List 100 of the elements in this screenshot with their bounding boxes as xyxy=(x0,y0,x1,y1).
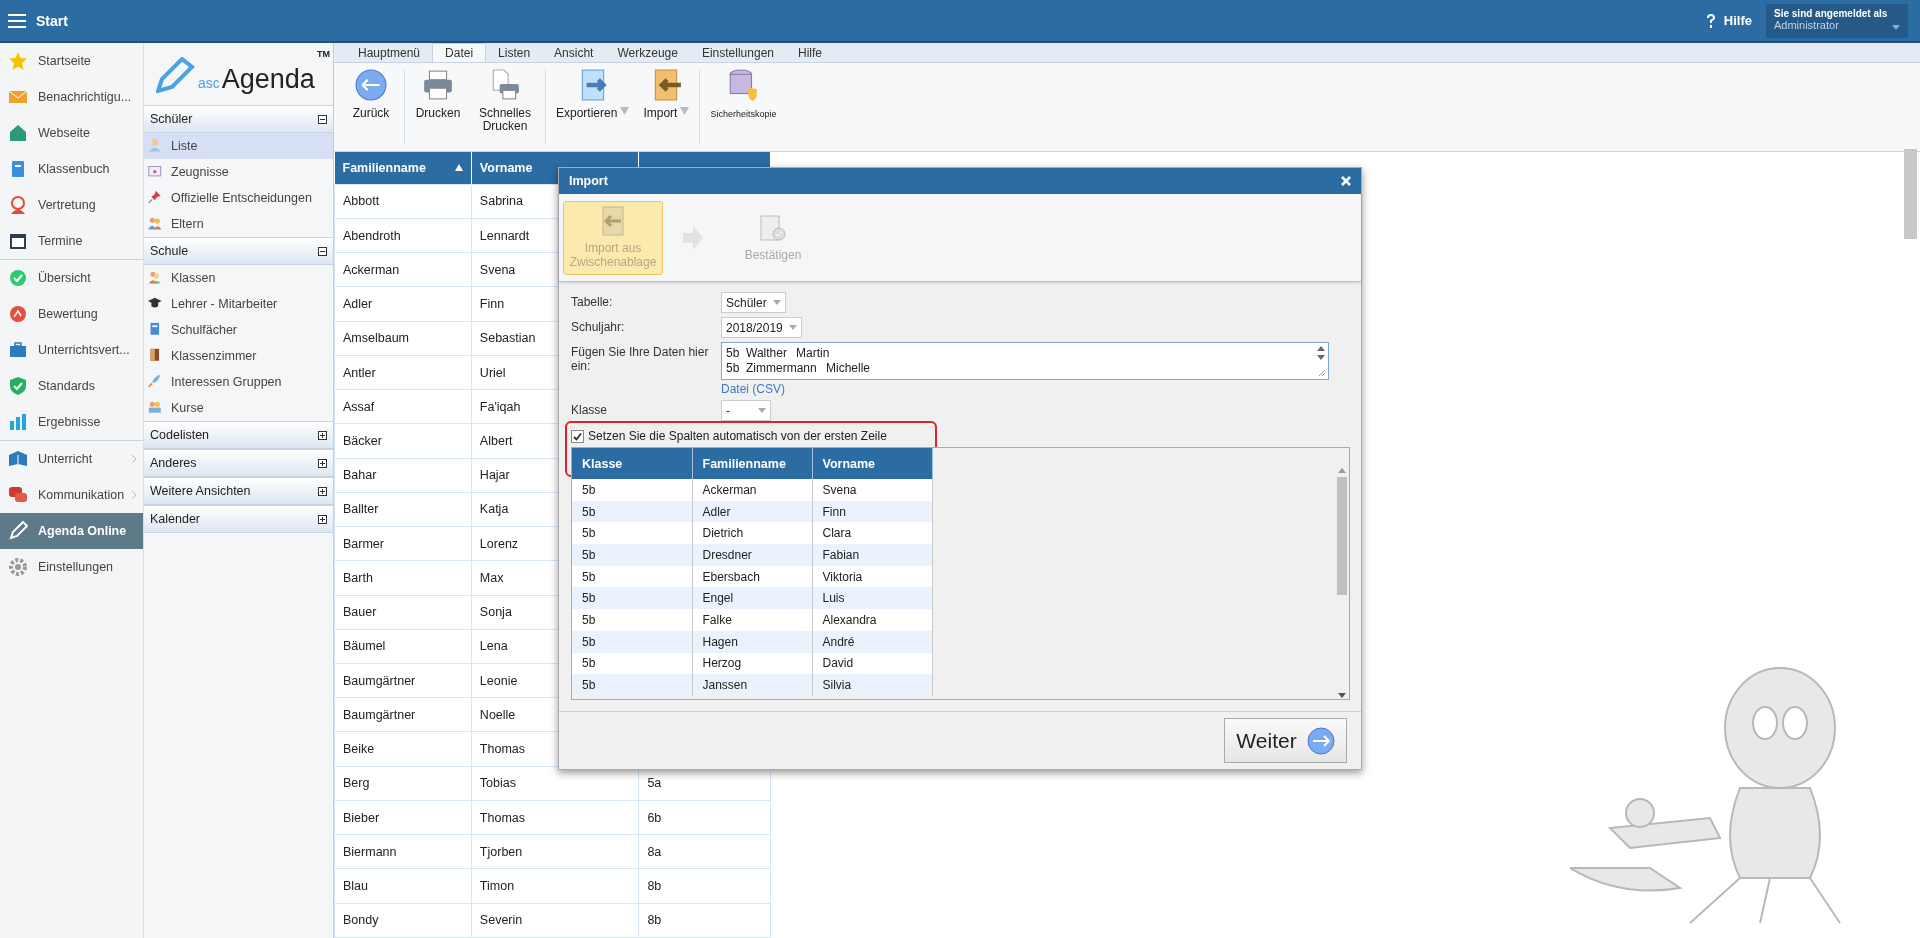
shield-icon xyxy=(8,376,28,396)
people-icon xyxy=(148,215,165,233)
toolbar-button[interactable]: Import xyxy=(639,69,694,144)
nav-item[interactable]: Vertretung xyxy=(0,187,143,223)
section-header[interactable]: Schule xyxy=(144,237,333,265)
sidebar-item[interactable]: Kurse xyxy=(144,395,333,421)
star-icon xyxy=(8,51,28,71)
nav-item[interactable]: Benachrichtigu... xyxy=(0,79,143,115)
table-cell: Blau xyxy=(334,868,472,904)
table-cell: Baumgärtner xyxy=(334,663,472,698)
ribbon-tab[interactable]: Einstellungen xyxy=(689,43,786,62)
nav-item[interactable]: Klassenbuch xyxy=(0,151,143,187)
ribbon-tab[interactable]: Hauptmenü xyxy=(346,43,433,62)
nav-item[interactable]: Ergebnisse xyxy=(0,404,143,440)
sidebar-item[interactable]: Klassenzimmer xyxy=(144,343,333,369)
briefcase-icon xyxy=(8,340,28,360)
nav-item[interactable]: Einstellungen xyxy=(0,549,143,585)
table-cell: Ackerman xyxy=(692,479,812,501)
table-cell: Bondy xyxy=(334,903,472,938)
chat-icon xyxy=(8,485,28,505)
sidebar-item[interactable]: Zeugnisse xyxy=(144,159,333,185)
ribbon-tab[interactable]: Datei xyxy=(432,43,487,62)
checkbox[interactable] xyxy=(571,429,584,443)
csv-file-link[interactable]: Datei (CSV) xyxy=(721,382,1349,396)
ribbon-tab[interactable]: Werkzeuge xyxy=(605,43,690,62)
toolbar-button[interactable]: Drucken xyxy=(411,69,465,144)
table-cell: Falke xyxy=(692,609,812,631)
nav-item[interactable]: Kommunikation xyxy=(0,477,143,513)
table-cell: Barmer xyxy=(334,526,472,561)
nav-item[interactable]: Webseite xyxy=(0,115,143,151)
nav-item[interactable]: Bewertung xyxy=(0,296,143,332)
table-cell: Severin xyxy=(471,903,639,938)
app-title[interactable]: Start xyxy=(36,12,68,29)
menu-icon[interactable] xyxy=(8,13,26,28)
data-input-field[interactable]: 5b Walther Martin 5b Zimmermann Michelle xyxy=(721,342,1329,380)
sidebar-item[interactable]: Eltern xyxy=(144,211,333,237)
scrollbar[interactable] xyxy=(1904,149,1917,239)
section-header[interactable]: Weitere Ansichten xyxy=(144,477,333,505)
nav-item[interactable]: Startseite xyxy=(0,43,143,79)
column-header: Klasse xyxy=(572,448,692,479)
table-cell: Janssen xyxy=(692,674,812,696)
close-icon[interactable] xyxy=(1341,176,1351,186)
table-cell: Baumgärtner xyxy=(334,697,472,732)
nav-item[interactable]: Unterrichtsvert... xyxy=(0,332,143,368)
question-mark-icon[interactable] xyxy=(1705,13,1716,28)
next-button[interactable]: Weiter xyxy=(1224,718,1347,763)
sidebar-item[interactable]: Liste xyxy=(144,133,333,159)
table-cell: 5b xyxy=(572,587,692,610)
ribbon-tab[interactable]: Ansicht xyxy=(542,43,606,62)
table-cell: Bieber xyxy=(334,800,472,835)
check-circle-icon xyxy=(8,268,28,288)
section-header[interactable]: Codelisten xyxy=(144,421,333,449)
table-cell: 5b xyxy=(572,544,692,566)
nav-item[interactable]: Standards xyxy=(0,368,143,404)
clipboard-check-icon xyxy=(758,212,788,243)
sidebar-item[interactable]: Schulfächer xyxy=(144,317,333,343)
sidebar-item[interactable]: Offizielle Entscheidungen xyxy=(144,185,333,211)
table-select[interactable]: Schüler xyxy=(721,292,786,313)
table-cell: 8b xyxy=(638,903,771,938)
table-cell: Assaf xyxy=(334,389,472,424)
user-menu[interactable]: Sie sind angemeldet als Administrator xyxy=(1766,3,1908,38)
nav-item[interactable]: Übersicht xyxy=(0,260,143,296)
year-select[interactable]: 2018/2019 xyxy=(721,317,802,338)
help-link[interactable]: Hilfe xyxy=(1723,13,1752,28)
toolbar-button[interactable]: Zurück xyxy=(344,69,398,144)
section-header[interactable]: Anderes xyxy=(144,449,333,477)
table-cell: Bauer xyxy=(334,595,472,630)
toolbar-button[interactable]: Sicherheitskopie xyxy=(706,69,781,144)
sidebar-item[interactable]: Lehrer - Mitarbeiter xyxy=(144,291,333,317)
expand-icon xyxy=(318,458,327,468)
book-icon xyxy=(8,449,28,469)
table-cell: Dresdner xyxy=(692,544,812,566)
section-header[interactable]: Kalender xyxy=(144,505,333,533)
expand-icon xyxy=(318,514,327,524)
column-header[interactable]: Familienname xyxy=(334,152,472,185)
table-cell: Fabian xyxy=(812,544,932,566)
scrollbar[interactable] xyxy=(1337,468,1347,698)
class-select[interactable]: - xyxy=(721,400,771,421)
column-header: Familienname xyxy=(692,448,812,479)
table-cell: Berg xyxy=(334,766,472,801)
ribbon-tab[interactable]: Hilfe xyxy=(786,43,834,62)
sidebar-item[interactable]: Klassen xyxy=(144,265,333,291)
chevron-right-icon xyxy=(131,490,137,500)
nav-item[interactable]: Unterricht xyxy=(0,441,143,477)
ribbon-tab[interactable]: Listen xyxy=(486,43,543,62)
toolbar-button[interactable]: Schnelles Drucken xyxy=(471,69,539,144)
table-cell: Thomas xyxy=(471,800,639,835)
table-cell: Barth xyxy=(334,560,472,596)
table-cell: Silvia xyxy=(812,674,932,696)
scroll-down-icon[interactable] xyxy=(1338,693,1346,698)
nav-item[interactable]: Agenda Online xyxy=(0,513,143,549)
collapse-icon xyxy=(318,114,327,124)
toolbar-button[interactable]: Exportieren xyxy=(552,69,634,144)
nav-item[interactable]: Termine xyxy=(0,223,143,259)
table-cell: Adler xyxy=(334,286,472,322)
grade-circle-icon xyxy=(8,304,28,324)
dropdown-arrow-icon xyxy=(620,107,630,115)
section-header[interactable]: Schüler xyxy=(144,105,333,133)
sidebar-item[interactable]: Interessen Gruppen xyxy=(144,369,333,395)
table-cell: Biermann xyxy=(334,834,472,869)
